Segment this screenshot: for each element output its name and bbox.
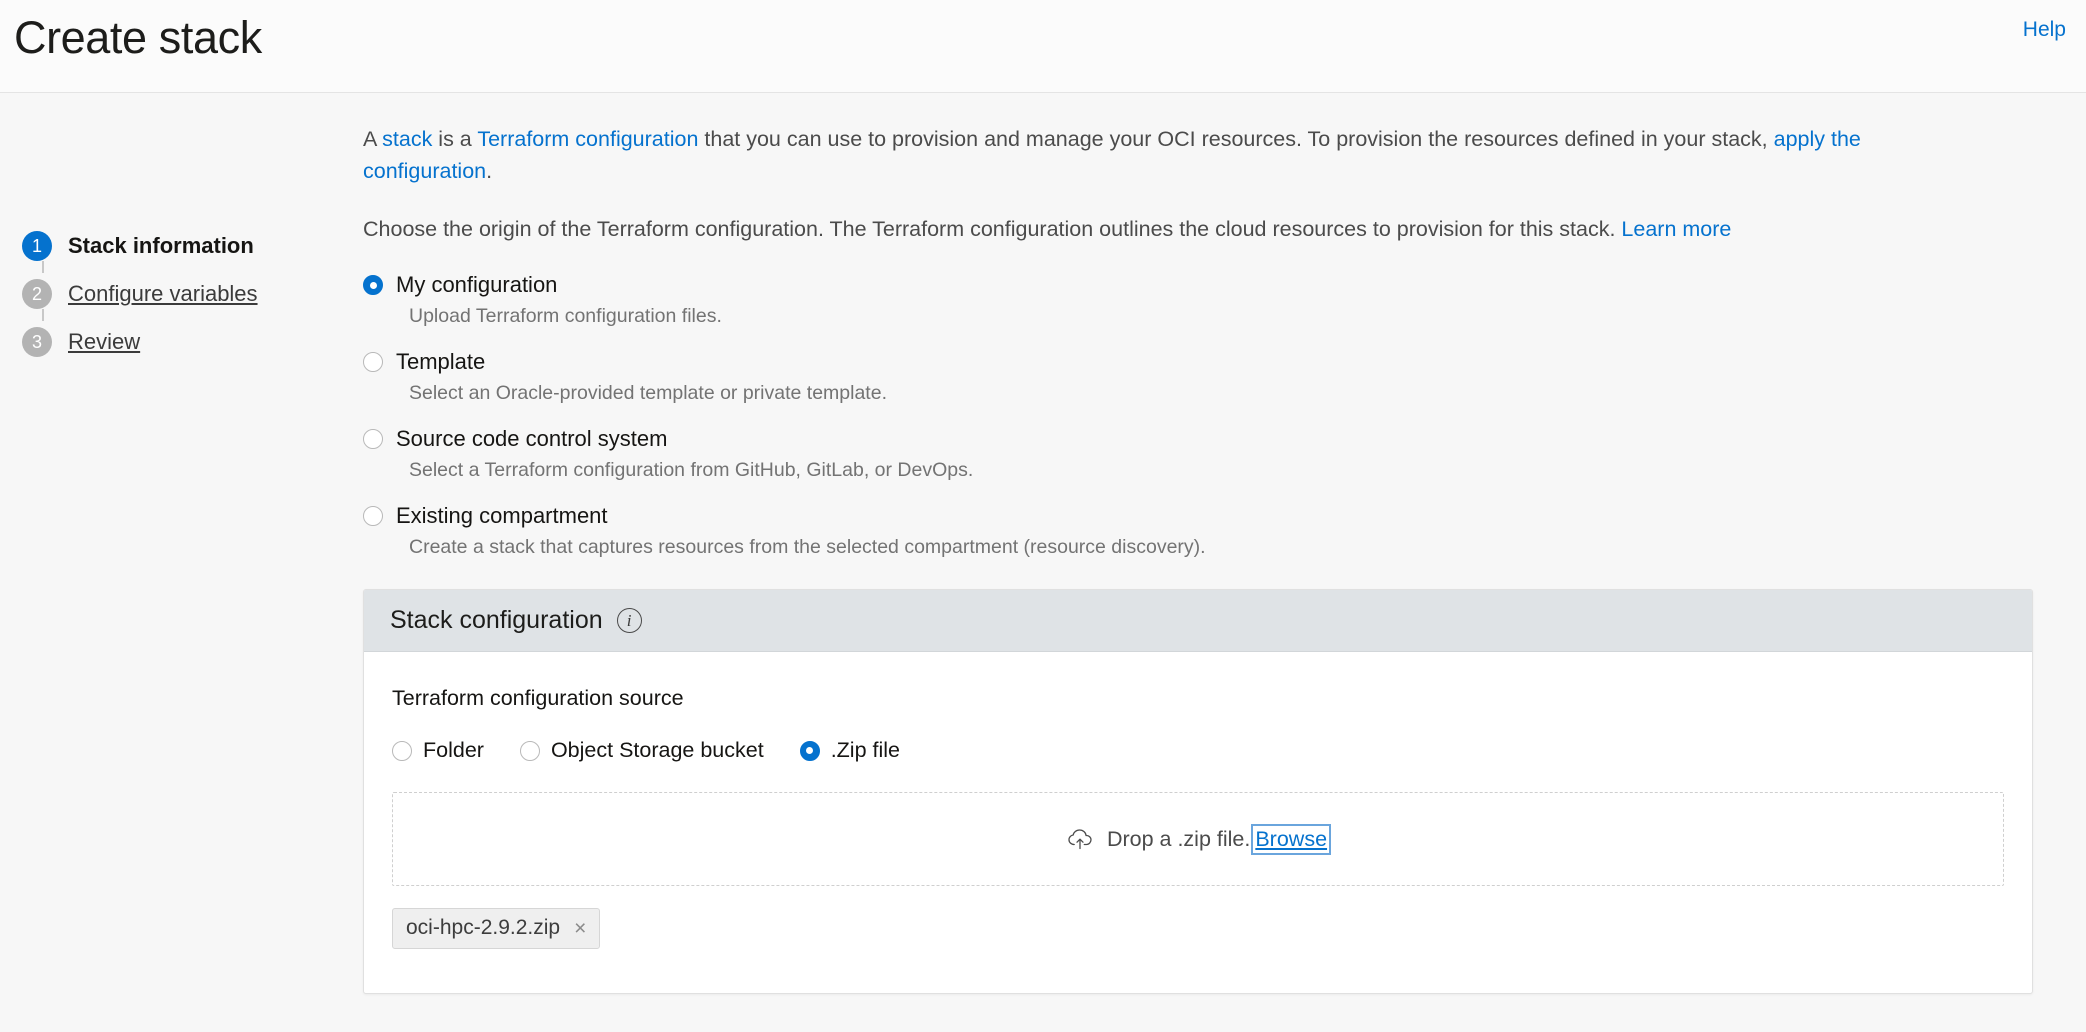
main-content: A stack is a Terraform configuration tha…	[363, 123, 2063, 994]
intro-text: is a	[432, 127, 478, 151]
file-dropzone[interactable]: Drop a .zip file. Browse	[392, 792, 2004, 886]
radio-folder[interactable]	[392, 740, 412, 761]
intro-text: A	[363, 127, 383, 151]
uploaded-file-name: oci-hpc-2.9.2.zip	[406, 916, 561, 939]
cloud-upload-icon	[1067, 827, 1095, 851]
intro-paragraph-1: A stack is a Terraform configuration tha…	[363, 123, 1963, 187]
radio-my-configuration[interactable]	[363, 275, 383, 295]
step-label[interactable]: Review	[68, 329, 140, 355]
page-title: Create stack	[14, 12, 262, 63]
steps-sidebar: 1 Stack information 2 Configure variable…	[0, 123, 363, 367]
terraform-configuration-source-label: Terraform configuration source	[392, 686, 684, 710]
browse-link[interactable]: Browse	[1251, 823, 1332, 855]
radio-description: Select a Terraform configuration from Gi…	[409, 459, 974, 481]
intro-paragraph-2: Choose the origin of the Terraform confi…	[363, 213, 1963, 245]
radio-description: Select an Oracle-provided template or pr…	[409, 382, 887, 404]
dropzone-text: Drop a .zip file.	[1106, 826, 1251, 851]
step-label[interactable]: Configure variables	[68, 281, 258, 307]
help-link[interactable]: Help	[2023, 18, 2066, 42]
step-number-badge: 3	[22, 327, 52, 357]
info-icon[interactable]: i	[616, 608, 642, 633]
radio-option-folder[interactable]: Folder	[392, 735, 484, 766]
sidebar-step-stack-information[interactable]: 1 Stack information	[22, 223, 363, 273]
radio-object-storage-bucket[interactable]	[519, 740, 540, 761]
radio-existing-compartment[interactable]	[363, 506, 383, 526]
radio-label[interactable]: Existing compartment	[396, 500, 608, 531]
intro-text: Choose the origin of the Terraform confi…	[363, 217, 1622, 241]
sidebar-step-review[interactable]: 3 Review	[22, 319, 363, 365]
radio-option-object-storage-bucket[interactable]: Object Storage bucket	[519, 735, 764, 766]
radio-option-source-code-control-system[interactable]: Source code control system	[363, 423, 2033, 454]
radio-option-template[interactable]: Template	[363, 346, 2033, 377]
radio-option-my-configuration[interactable]: My configuration	[363, 269, 2033, 300]
learn-more-link[interactable]: Learn more	[1621, 217, 1731, 241]
panel-body: Terraform configuration source Folder Ob…	[364, 652, 2032, 993]
radio-option-zip-file[interactable]: .Zip file	[799, 735, 900, 766]
step-number-badge: 1	[22, 231, 52, 261]
page-header: Create stack Help	[0, 0, 2086, 93]
radio-label[interactable]: Source code control system	[396, 423, 667, 454]
radio-source-code-control-system[interactable]	[363, 429, 383, 449]
radio-label[interactable]: Object Storage bucket	[551, 735, 764, 766]
stack-link[interactable]: stack	[382, 127, 432, 151]
radio-option-existing-compartment[interactable]: Existing compartment	[363, 500, 2033, 531]
panel-header: Stack configuration i	[364, 590, 2032, 652]
panel-title: Stack configuration	[390, 606, 603, 634]
step-number-badge: 2	[22, 279, 52, 309]
radio-template[interactable]	[363, 352, 383, 372]
intro-text: .	[486, 159, 493, 183]
radio-label[interactable]: .Zip file	[831, 735, 900, 766]
sidebar-step-configure-variables[interactable]: 2 Configure variables	[22, 271, 363, 321]
configuration-origin-radio-group: My configuration Upload Terraform config…	[363, 269, 2033, 561]
uploaded-file-chip: oci-hpc-2.9.2.zip ×	[392, 908, 601, 949]
terraform-configuration-link[interactable]: Terraform configuration	[477, 127, 698, 151]
radio-zip-file[interactable]	[799, 740, 820, 761]
intro-text: that you can use to provision and manage…	[698, 127, 1774, 151]
radio-label[interactable]: Folder	[423, 735, 484, 766]
radio-label[interactable]: Template	[396, 346, 485, 377]
radio-description: Create a stack that captures resources f…	[409, 536, 1206, 558]
radio-description: Upload Terraform configuration files.	[409, 305, 722, 327]
page-body: 1 Stack information 2 Configure variable…	[0, 93, 2086, 994]
step-label: Stack information	[68, 233, 254, 258]
dropzone-content: Drop a .zip file. Browse	[1067, 823, 1332, 855]
radio-label[interactable]: My configuration	[396, 269, 557, 300]
stack-configuration-panel: Stack configuration i Terraform configur…	[363, 589, 2033, 994]
terraform-source-radio-group: Folder Object Storage bucket .Zip file	[392, 735, 2004, 766]
remove-file-icon[interactable]: ×	[574, 918, 586, 939]
